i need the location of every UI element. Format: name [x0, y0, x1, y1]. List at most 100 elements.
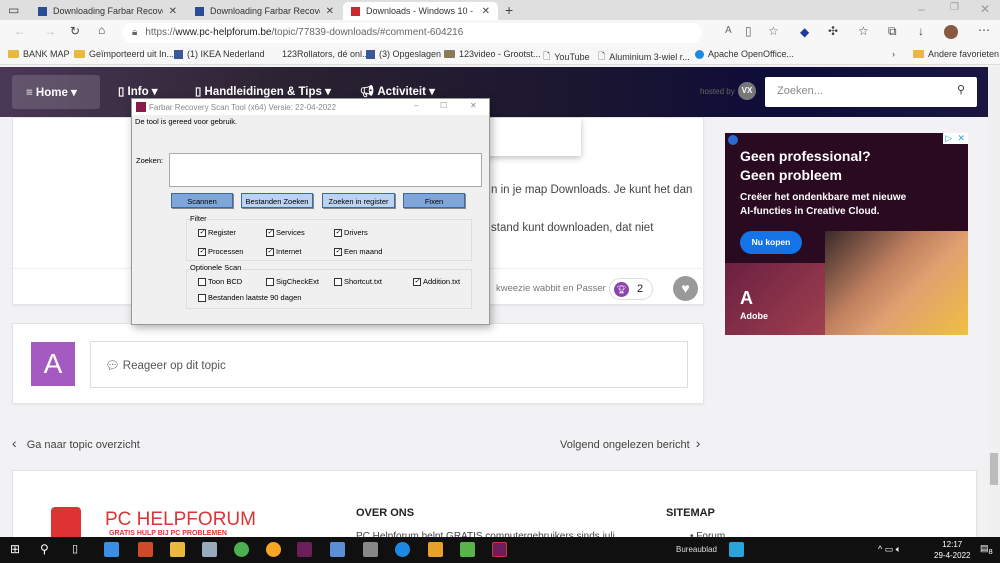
- powerpoint-icon[interactable]: [138, 542, 153, 557]
- start-icon[interactable]: ⊞: [10, 542, 20, 556]
- close-tab-icon[interactable]: ✕: [169, 6, 177, 17]
- reaction-badge[interactable]: 🏆︎ 2: [609, 278, 653, 300]
- bookmark-item[interactable]: Andere favorieten: [913, 49, 999, 59]
- farbar-search-input[interactable]: [169, 153, 482, 187]
- bookmark-item[interactable]: 123Rollators, dé onl...: [282, 49, 370, 59]
- more-menu-icon[interactable]: ⋯: [978, 23, 990, 37]
- bookmark-item[interactable]: Geïmporteerd uit In...: [74, 49, 174, 59]
- close-icon[interactable]: ✕: [470, 101, 477, 110]
- refresh-icon[interactable]: ↻: [70, 24, 80, 38]
- browser-tab[interactable]: Downloading Farbar Recovery Sc✕: [187, 2, 342, 20]
- checkbox-processen[interactable]: ✓ Processen: [198, 247, 243, 256]
- checkbox-internet[interactable]: ✓ Internet: [266, 247, 301, 256]
- close-tab-icon[interactable]: ✕: [326, 6, 334, 17]
- checkbox-sigcheckext[interactable]: SigCheckExt: [266, 277, 319, 286]
- bookmark-item[interactable]: 🗋 Aluminium 3-wiel r...: [598, 49, 690, 65]
- search-registry-button[interactable]: Zoeken in register: [322, 193, 395, 208]
- checkbox-toon-bcd[interactable]: Toon BCD: [198, 277, 242, 286]
- tab-actions-icon[interactable]: ▭: [8, 3, 19, 17]
- adchoices-icon[interactable]: ▷: [943, 133, 954, 144]
- folder-icon: [8, 50, 19, 58]
- page-scrollbar[interactable]: [988, 67, 1000, 537]
- chrome-icon[interactable]: [234, 542, 249, 557]
- restore-icon[interactable]: ❐: [950, 2, 959, 13]
- immersive-reader-icon[interactable]: ▯: [745, 24, 752, 38]
- bookmark-item[interactable]: 🗋 YouTube: [543, 49, 590, 65]
- app-icon[interactable]: [492, 542, 507, 557]
- scrollbar-thumb[interactable]: [990, 453, 998, 485]
- task-view-icon[interactable]: ▯: [72, 542, 78, 555]
- nav-handleidingen[interactable]: ▯ Handleidingen & Tips ▾: [195, 84, 331, 98]
- fix-button[interactable]: Fixen: [403, 193, 465, 208]
- bookmark-item[interactable]: 123video - Grootst...: [444, 49, 541, 59]
- adobe-ad[interactable]: ▷ ✕ Geen professional? Geen probleem Creë…: [725, 133, 968, 335]
- bookmark-item[interactable]: (3) Opgeslagen: [366, 49, 441, 59]
- next-unread-link[interactable]: Volgend ongelezen bericht ›: [560, 435, 700, 451]
- forward-icon[interactable]: →: [44, 24, 56, 38]
- media-player-icon[interactable]: [330, 542, 345, 557]
- checkbox-services[interactable]: ✓ Services: [266, 228, 305, 237]
- frst-taskbar-icon[interactable]: [297, 542, 312, 557]
- printer-icon[interactable]: [363, 542, 378, 557]
- search-icon[interactable]: ⚲: [957, 83, 965, 96]
- search-icon[interactable]: ⚲: [40, 542, 49, 556]
- maximize-icon[interactable]: ☐: [440, 101, 447, 110]
- comment-icon: 💬︎: [105, 360, 123, 372]
- checkbox-een-maand[interactable]: ✓ Een maand: [334, 247, 382, 256]
- reply-input[interactable]: 💬︎ Reageer op dit topic: [90, 341, 688, 388]
- bookmark-item[interactable]: BANK MAP: [8, 49, 70, 59]
- checkbox-files-90-days[interactable]: Bestanden laatste 90 dagen: [198, 293, 301, 302]
- checkbox-drivers[interactable]: ✓ Drivers: [334, 228, 368, 237]
- camera-icon[interactable]: [202, 542, 217, 557]
- new-tab-icon[interactable]: +: [505, 2, 513, 18]
- bookmark-item[interactable]: (1) IKEA Nederland: [174, 49, 265, 59]
- favorites-icon[interactable]: ☆: [858, 24, 869, 38]
- file-explorer-icon[interactable]: [170, 542, 185, 557]
- close-tab-icon[interactable]: ✕: [482, 6, 490, 17]
- site-search-input[interactable]: Zoeken... ⚲: [765, 77, 977, 107]
- minimize-icon[interactable]: –: [414, 101, 418, 110]
- ad-close-icon[interactable]: ✕: [954, 133, 968, 144]
- minimize-icon[interactable]: –: [918, 2, 925, 16]
- nav-home[interactable]: ≡ Home ▾: [12, 75, 100, 109]
- like-heart-icon[interactable]: ♥: [673, 276, 698, 301]
- favorite-star-icon[interactable]: ☆: [768, 24, 779, 38]
- clock[interactable]: 12:17 29-4-2022: [934, 539, 970, 561]
- close-window-icon[interactable]: ✕: [980, 2, 990, 16]
- browser-tab-active[interactable]: Downloads - Windows 10 - PC H✕: [343, 2, 498, 20]
- notification-center-icon[interactable]: ▤8: [980, 543, 993, 556]
- buy-now-button[interactable]: Nu kopen: [740, 231, 802, 254]
- nav-activiteit[interactable]: 📢︎ Activiteit ▾: [360, 84, 435, 98]
- downloader-icon[interactable]: [460, 542, 475, 557]
- read-aloud-icon[interactable]: A: [725, 25, 732, 36]
- farbar-titlebar[interactable]: Farbar Recovery Scan Tool (x64) Versie: …: [132, 99, 489, 115]
- prev-topic-link[interactable]: ‹ Ga naar topic overzicht: [12, 435, 140, 451]
- extensions-puzzle-icon[interactable]: ✣: [828, 24, 838, 38]
- profile-avatar[interactable]: [944, 25, 958, 39]
- checkbox-label: Toon BCD: [208, 277, 243, 286]
- filezilla-icon[interactable]: [428, 542, 443, 557]
- address-bar[interactable]: 🔒︎ https://www.pc-helpforum.be/topic/7783…: [122, 23, 702, 43]
- collections-icon[interactable]: ⧉: [888, 24, 897, 39]
- more-bookmarks-icon[interactable]: ›: [892, 49, 895, 59]
- checkbox-shortcut[interactable]: Shortcut.txt: [334, 277, 382, 286]
- nav-info[interactable]: ▯ Info ▾: [118, 84, 158, 98]
- tray-icons[interactable]: ^ ▭ 🔈︎: [878, 544, 901, 555]
- browser-tab[interactable]: Downloading Farbar Recovery Sc✕: [30, 2, 185, 20]
- downloads-icon[interactable]: ↓: [918, 24, 924, 38]
- vx-logo-icon[interactable]: VX: [738, 82, 756, 100]
- checkbox-addition[interactable]: ✓ Addition.txt: [413, 277, 460, 286]
- scan-button[interactable]: Scannen: [171, 193, 233, 208]
- l-app-icon[interactable]: [729, 542, 744, 557]
- document-icon: ▯: [195, 86, 205, 98]
- browser-app-icon[interactable]: [266, 542, 281, 557]
- bookmark-item[interactable]: Apache OpenOffice...: [695, 49, 794, 59]
- edge-icon[interactable]: [395, 542, 410, 557]
- search-files-button[interactable]: Bestanden Zoeken: [241, 193, 313, 208]
- thunderbird-icon[interactable]: [104, 542, 119, 557]
- extension-icon[interactable]: ◆: [800, 25, 809, 39]
- farbar-window: Farbar Recovery Scan Tool (x64) Versie: …: [131, 98, 490, 325]
- home-icon[interactable]: ⌂: [98, 23, 105, 37]
- checkbox-register[interactable]: ✓ Register: [198, 228, 236, 237]
- back-icon[interactable]: ←: [14, 24, 26, 38]
